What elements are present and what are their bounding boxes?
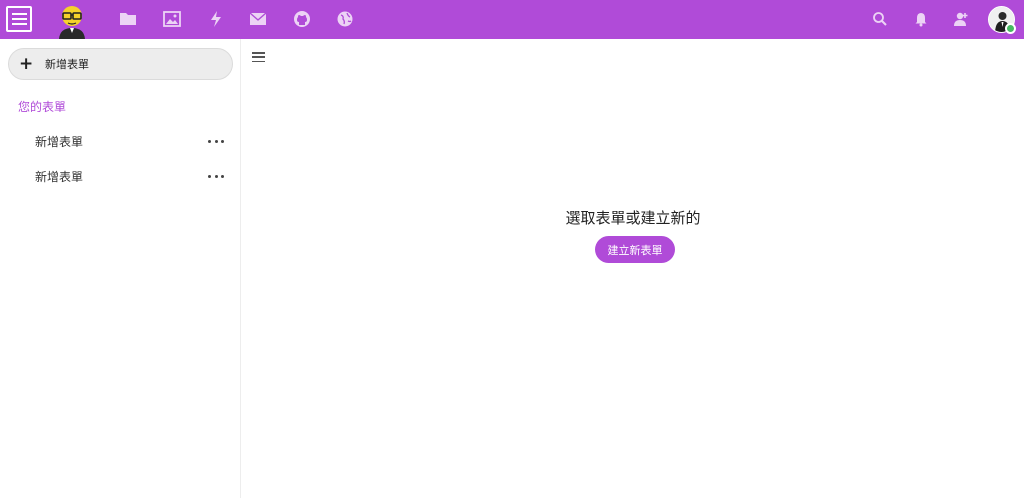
form-item-label: 新增表單 <box>35 169 84 184</box>
more-actions-icon[interactable] <box>208 135 224 147</box>
mail-icon[interactable] <box>249 10 267 28</box>
sidebar: + 新增表單 您的表單 新增表單 新增表單 <box>0 39 241 498</box>
mascot-logo[interactable] <box>55 3 89 39</box>
top-bar <box>0 0 1024 39</box>
form-item-label: 新增表單 <box>35 134 84 149</box>
new-form-button-label: 新增表單 <box>45 58 89 71</box>
more-actions-icon[interactable] <box>208 170 224 182</box>
plus-icon: + <box>19 53 34 74</box>
your-forms-heading: 您的表單 <box>18 100 67 114</box>
image-icon[interactable] <box>163 10 181 28</box>
app-menu-icon[interactable] <box>6 6 32 32</box>
new-form-button[interactable]: + 新增表單 <box>8 48 233 80</box>
empty-state-title: 選取表單或建立新的 <box>565 209 701 227</box>
contacts-icon[interactable] <box>953 11 969 27</box>
online-status-badge <box>1005 23 1016 34</box>
bell-icon[interactable] <box>913 11 929 27</box>
search-icon[interactable] <box>872 11 888 27</box>
form-list-item[interactable]: 新增表單 <box>0 161 240 191</box>
create-new-form-button[interactable]: 建立新表單 <box>595 236 675 263</box>
github-icon[interactable] <box>293 10 311 28</box>
folder-icon[interactable] <box>119 10 137 28</box>
globe-icon[interactable] <box>336 10 354 28</box>
activity-icon[interactable] <box>207 10 225 28</box>
main-content: 選取表單或建立新的 建立新表單 <box>242 39 1024 498</box>
toggle-sidebar-icon[interactable] <box>252 52 265 62</box>
form-list-item[interactable]: 新增表單 <box>0 126 240 156</box>
